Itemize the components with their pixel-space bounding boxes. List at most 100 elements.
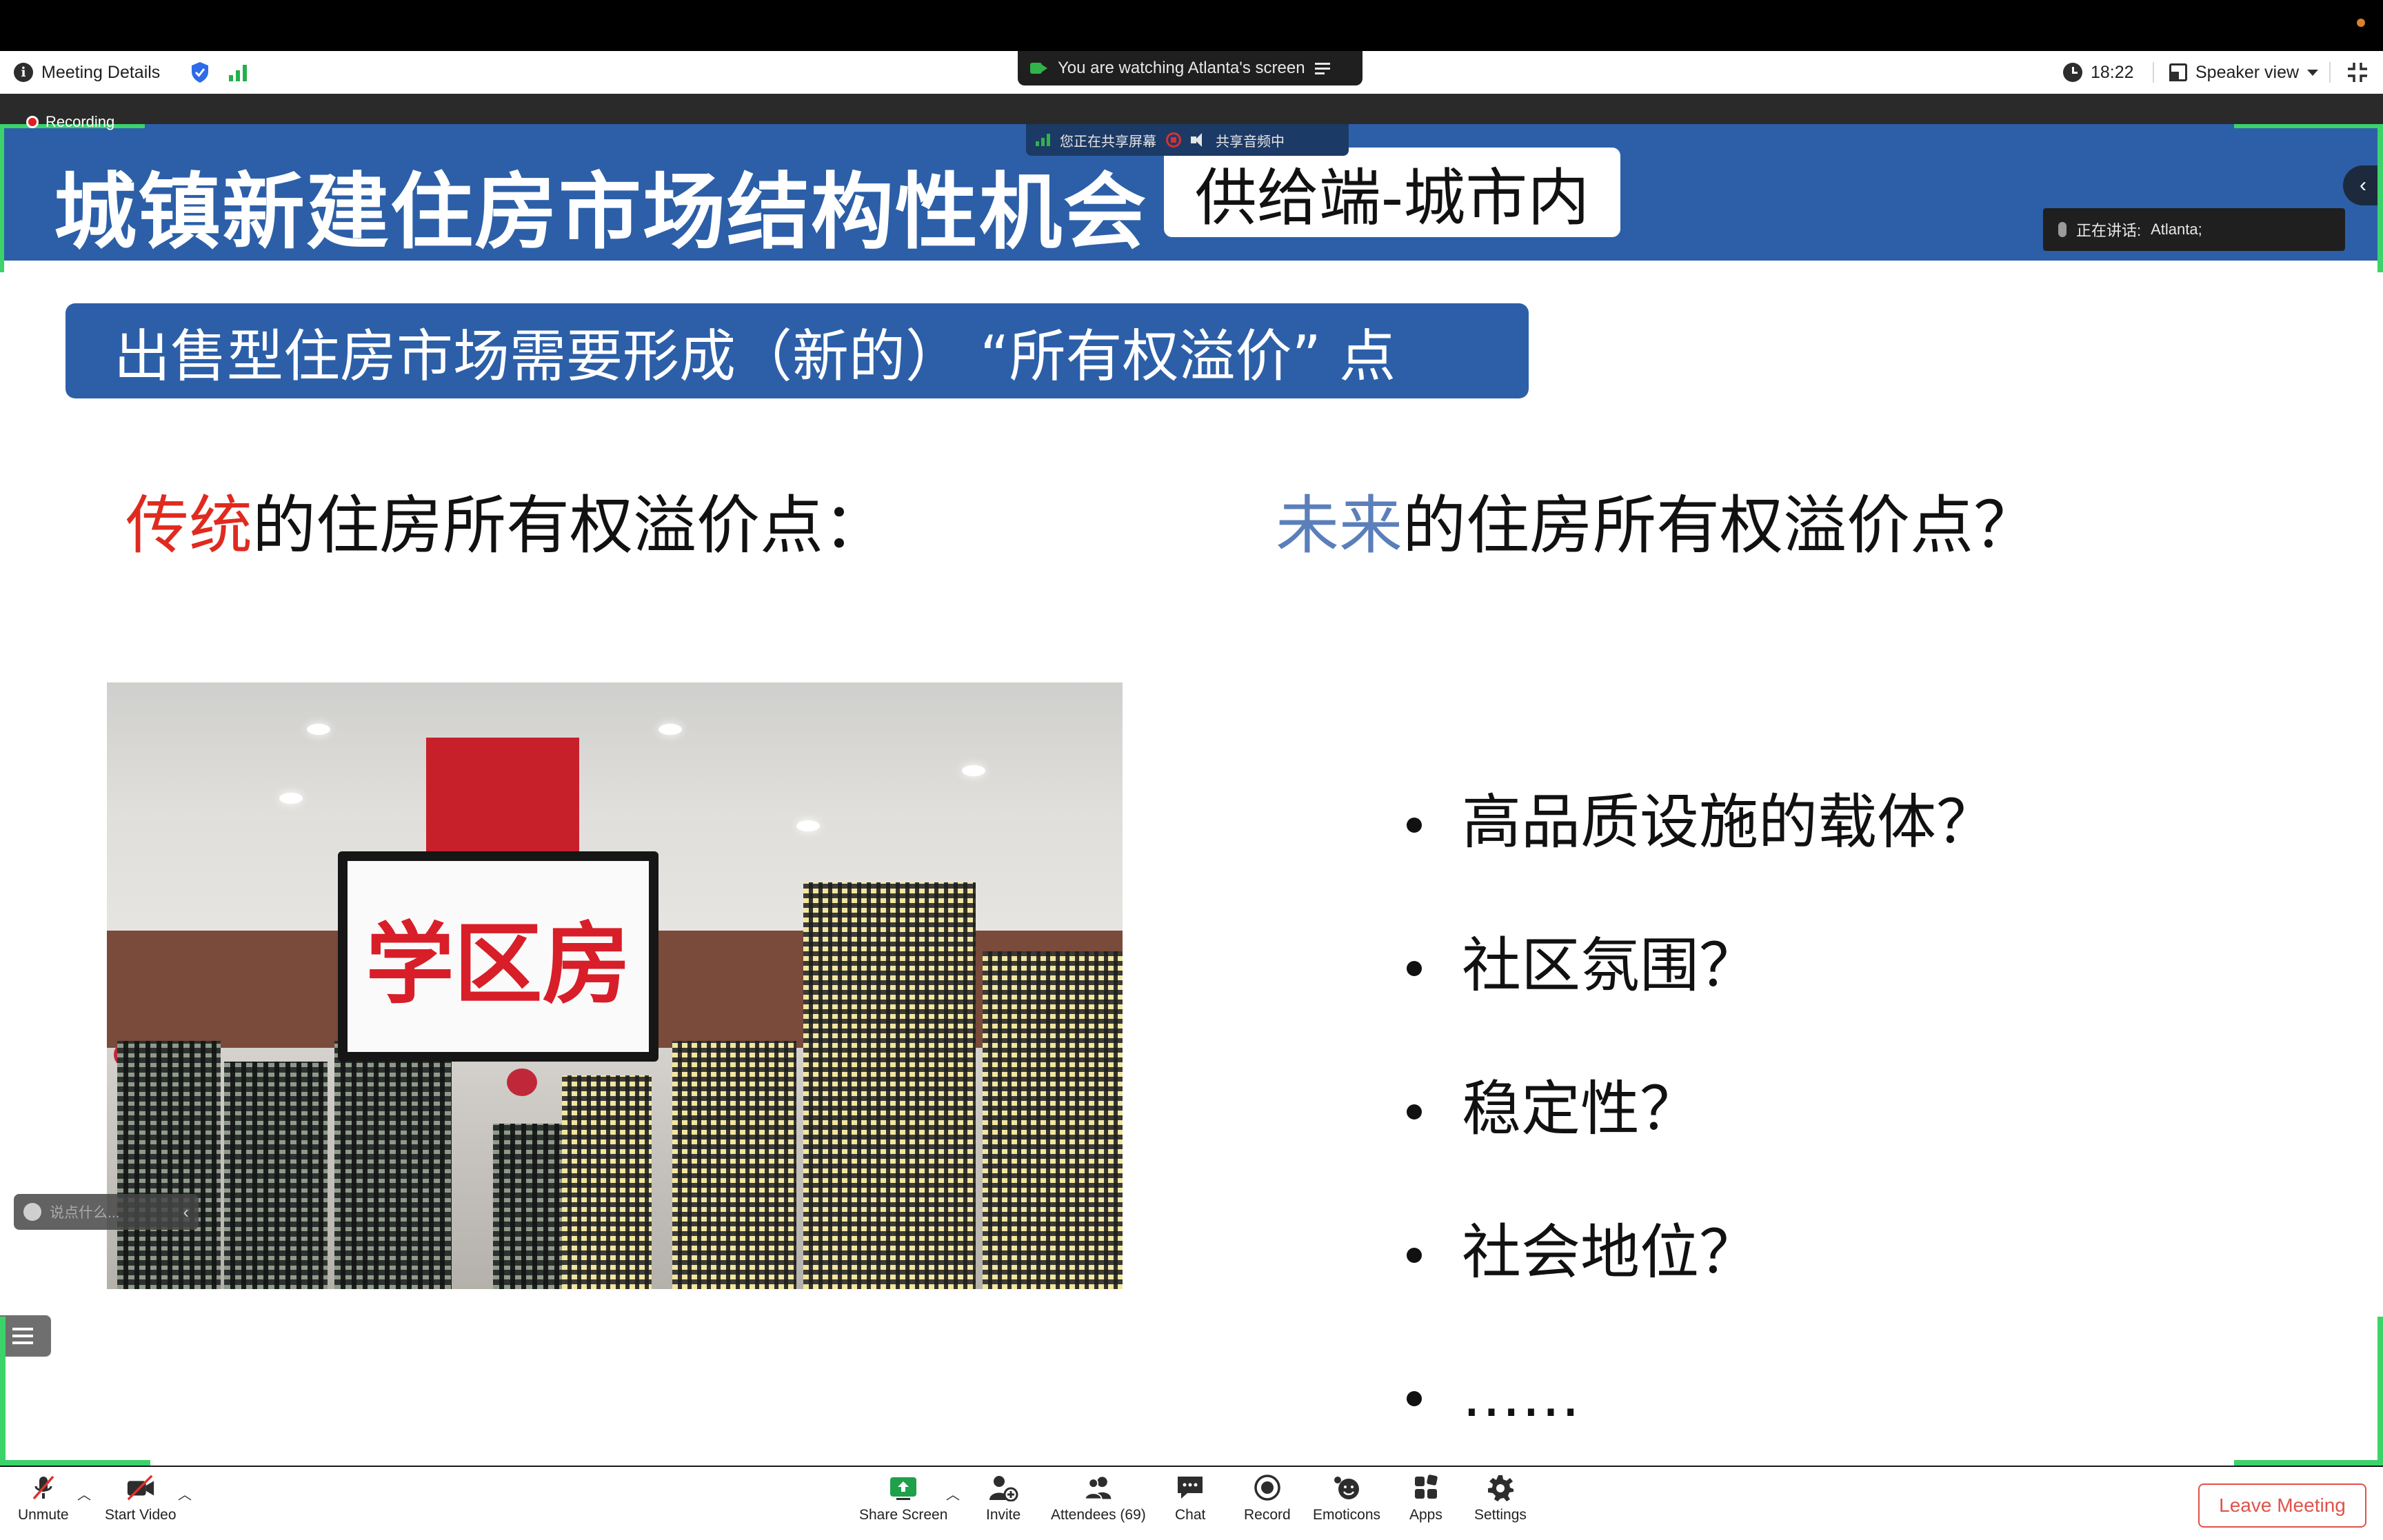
signal-bars-icon: [229, 63, 250, 81]
presenter-sharing-bar: 您正在共享屏幕 共享音频中: [1026, 124, 1349, 156]
invite-button[interactable]: Invite: [986, 1474, 1020, 1523]
divider: [2329, 62, 2331, 83]
stop-share-icon: [1166, 132, 1181, 148]
apps-label: Apps: [1409, 1507, 1442, 1523]
slide-subtitle: 出售型住房市场需要形成（新的） “所有权溢价” 点: [66, 303, 1529, 398]
chat-input[interactable]: 说点什么... ‹: [14, 1194, 199, 1230]
list-icon: [12, 1328, 33, 1330]
shared-screen: 城镇新建住房市场结构性机会 供给端-城市内 出售型住房市场需要形成（新的） “所…: [0, 124, 2383, 1466]
attendees-button[interactable]: Attendees (69): [1051, 1474, 1146, 1523]
share-border: [2234, 1460, 2383, 1466]
share-gap: [0, 94, 2383, 124]
video-camera-icon: [1030, 61, 1048, 75]
chat-button[interactable]: Chat: [1175, 1474, 1205, 1523]
speaker-view-icon: [2169, 63, 2187, 81]
view-mode-dropdown[interactable]: Speaker view: [2169, 51, 2319, 94]
network-status[interactable]: [229, 51, 250, 94]
encryption-shield[interactable]: [190, 51, 210, 94]
meeting-clock: 18:22: [2063, 51, 2134, 94]
traditional-heading-rest: 的住房所有权溢价点：: [252, 489, 887, 563]
audio-share-label: 共享音频中: [1216, 134, 1285, 150]
video-options-chevron-icon[interactable]: ︿: [178, 1483, 192, 1503]
bullet-list: 高品质设施的载体？ 社区氛围？ 稳定性？ 社会地位？ ……: [1407, 784, 1995, 1466]
attendees-label: Attendees (69): [1051, 1507, 1146, 1523]
share-border: [0, 124, 4, 272]
chevron-left-icon[interactable]: ‹: [183, 1202, 189, 1223]
recording-indicator: Recording: [26, 113, 114, 131]
view-options-icon[interactable]: [1314, 61, 1331, 75]
time-label: 18:22: [2091, 62, 2134, 82]
record-dot-icon: [26, 116, 39, 128]
list-menu-button[interactable]: [0, 1315, 51, 1357]
camera-indicator-icon: [2357, 19, 2365, 27]
share-border: [0, 1460, 150, 1466]
future-heading: 未来的住房所有权溢价点？: [1276, 474, 2037, 566]
watching-banner[interactable]: You are watching Atlanta's screen: [1018, 51, 1363, 85]
bullet-item: 稳定性？: [1407, 1071, 1995, 1215]
sharing-label: 您正在共享屏幕: [1060, 134, 1156, 150]
bullet-item: 高品质设施的载体？: [1407, 784, 1995, 928]
traditional-highlight: 传统: [125, 489, 253, 563]
emoji-icon[interactable]: [23, 1203, 41, 1221]
exit-fullscreen-icon[interactable]: [2346, 61, 2369, 84]
photo-sign: 学区房: [338, 851, 658, 1062]
chat-label: Chat: [1175, 1507, 1206, 1523]
leave-meeting-button[interactable]: Leave Meeting: [2198, 1483, 2366, 1528]
chevron-left-icon: ‹: [2360, 174, 2366, 196]
meeting-toolbar: Unmute ︿ Start Video ︿ Share Screen ︿ In…: [0, 1466, 2383, 1540]
add-person-icon: [988, 1474, 1018, 1501]
bullet-item: ……: [1407, 1358, 1995, 1466]
traditional-heading: 传统的住房所有权溢价点：: [125, 474, 887, 566]
share-border: [2377, 124, 2383, 272]
meeting-details-label: Meeting Details: [41, 62, 161, 82]
recording-label: Recording: [46, 113, 115, 130]
record-button[interactable]: Record: [1244, 1474, 1291, 1523]
bullet-item: 社会地位？: [1407, 1215, 1995, 1358]
record-label: Record: [1244, 1507, 1291, 1523]
watching-label: You are watching Atlanta's screen: [1058, 59, 1305, 77]
emoticons-label: Emoticons: [1313, 1507, 1381, 1523]
share-border: [2234, 124, 2383, 128]
audio-speaker-icon: [1191, 133, 1206, 147]
chat-placeholder: 说点什么...: [50, 1205, 120, 1221]
future-highlight: 未来: [1276, 489, 1403, 563]
gear-icon: [1485, 1474, 1516, 1501]
apps-button[interactable]: Apps: [1409, 1474, 1442, 1523]
bullet-item: 社区氛围？: [1407, 928, 1995, 1071]
unmute-button[interactable]: Unmute: [18, 1474, 69, 1523]
active-speaker-box: 正在讲话: Atlanta;: [2043, 208, 2345, 251]
share-options-chevron-icon[interactable]: ︿: [946, 1483, 960, 1503]
emoji-icon: [1331, 1474, 1362, 1501]
clock-icon: [2063, 63, 2082, 82]
share-screen-button[interactable]: Share Screen: [859, 1474, 947, 1523]
shield-icon: [192, 62, 208, 83]
start-video-button[interactable]: Start Video: [105, 1474, 177, 1523]
emoticons-button[interactable]: Emoticons: [1313, 1474, 1380, 1523]
chat-bubble-icon: [1175, 1474, 1205, 1501]
attendees-icon: [1083, 1474, 1114, 1501]
settings-button[interactable]: Settings: [1474, 1474, 1527, 1523]
menu-bar-strip: [0, 0, 2383, 51]
audio-options-chevron-icon[interactable]: ︿: [77, 1483, 91, 1503]
share-screen-label: Share Screen: [859, 1507, 948, 1523]
microphone-muted-icon: [28, 1474, 59, 1501]
unmute-label: Unmute: [18, 1507, 69, 1523]
view-mode-label: Speaker view: [2195, 62, 2300, 82]
meeting-details-button[interactable]: i Meeting Details: [14, 51, 160, 94]
chevron-down-icon: [2307, 69, 2319, 76]
slide-title: 城镇新建住房市场结构性机会: [54, 165, 1147, 261]
apps-grid-icon: [1411, 1474, 1441, 1501]
invite-label: Invite: [986, 1507, 1021, 1523]
future-heading-rest: 的住房所有权溢价点？: [1402, 489, 2038, 563]
microphone-icon: [2058, 222, 2067, 237]
share-border: [2377, 1317, 2383, 1466]
record-icon: [1252, 1474, 1283, 1501]
share-border: [0, 1317, 6, 1466]
settings-label: Settings: [1474, 1507, 1527, 1523]
divider: [2153, 62, 2154, 83]
info-icon: i: [14, 63, 33, 82]
talking-label: 正在讲话:: [2076, 222, 2142, 239]
signal-bars-icon: [1036, 134, 1050, 146]
photo-sign-text: 学区房: [348, 861, 649, 1052]
talking-name: Atlanta;: [2151, 221, 2202, 238]
